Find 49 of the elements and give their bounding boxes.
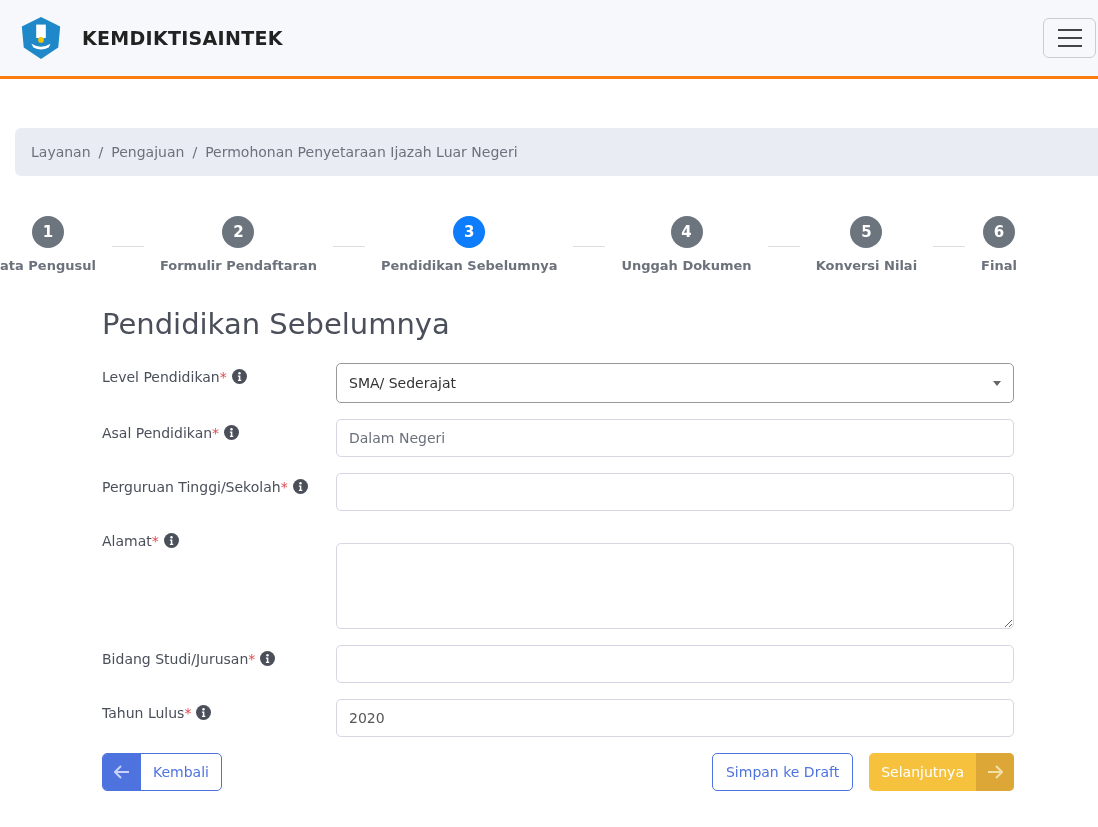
required-asterisk: * [212, 425, 220, 441]
info-icon[interactable] [260, 651, 276, 666]
arrow-left-icon [114, 765, 130, 779]
step-number[interactable]: 1 [31, 216, 64, 248]
required-asterisk: * [184, 705, 192, 721]
step-number[interactable]: 2 [222, 216, 255, 248]
info-icon[interactable] [292, 479, 308, 494]
info-icon[interactable] [224, 425, 240, 440]
menu-icon [1057, 29, 1082, 47]
save-draft-button[interactable]: Simpan ke Draft [712, 753, 854, 791]
form-title: Pendidikan Sebelumnya [102, 307, 451, 341]
step-number[interactable]: 4 [670, 216, 703, 248]
step-number[interactable]: 6 [983, 216, 1015, 248]
input-field[interactable]: 2020 [336, 699, 1014, 737]
field-label: Bidang Studi/Jurusan [102, 651, 249, 667]
select-field[interactable]: SMA/ Sederajat [336, 363, 1014, 403]
required-asterisk: * [248, 651, 256, 667]
textarea-field[interactable] [336, 543, 1014, 629]
step-label: Konversi Nilai [815, 258, 918, 273]
breadcrumb-item: Permohonan Penyetaraan Ijazah Luar Negeri [205, 144, 518, 160]
breadcrumb-separator: / [98, 144, 104, 160]
step-label: Pendidikan Sebelumnya [381, 258, 558, 273]
field-label: Asal Pendidikan [102, 425, 213, 441]
info-icon[interactable] [196, 705, 212, 720]
back-button[interactable]: Kembali [102, 753, 222, 791]
menu-button[interactable] [1043, 18, 1096, 58]
field-label: Level Pendidikan [102, 369, 220, 385]
input-field[interactable] [336, 473, 1014, 511]
brand-name[interactable]: KEMDIKTISAINTEK [82, 27, 283, 49]
caret-icon [993, 380, 1001, 386]
step-label: ata Pengusul [0, 258, 96, 273]
step-label: Formulir Pendaftaran [159, 258, 317, 273]
field-label: Perguruan Tinggi/Sekolah [102, 479, 281, 495]
step-number[interactable]: 5 [850, 216, 883, 248]
breadcrumb-item[interactable]: Layanan [31, 144, 91, 160]
step-label: Final [981, 258, 1017, 273]
info-icon[interactable] [231, 369, 247, 384]
info-icon[interactable] [163, 533, 179, 548]
required-asterisk: * [151, 533, 159, 549]
input-field[interactable] [336, 645, 1014, 683]
field-label: Alamat [102, 533, 152, 549]
breadcrumb-item[interactable]: Pengajuan [111, 144, 185, 160]
field-label: Tahun Lulus [102, 705, 185, 721]
required-asterisk: * [219, 369, 227, 385]
step-number[interactable]: 3 [453, 216, 486, 248]
required-asterisk: * [280, 479, 288, 495]
arrow-right-icon [987, 765, 1003, 779]
step-label: Unggah Dokumen [621, 258, 752, 273]
breadcrumb-separator: / [192, 144, 198, 160]
